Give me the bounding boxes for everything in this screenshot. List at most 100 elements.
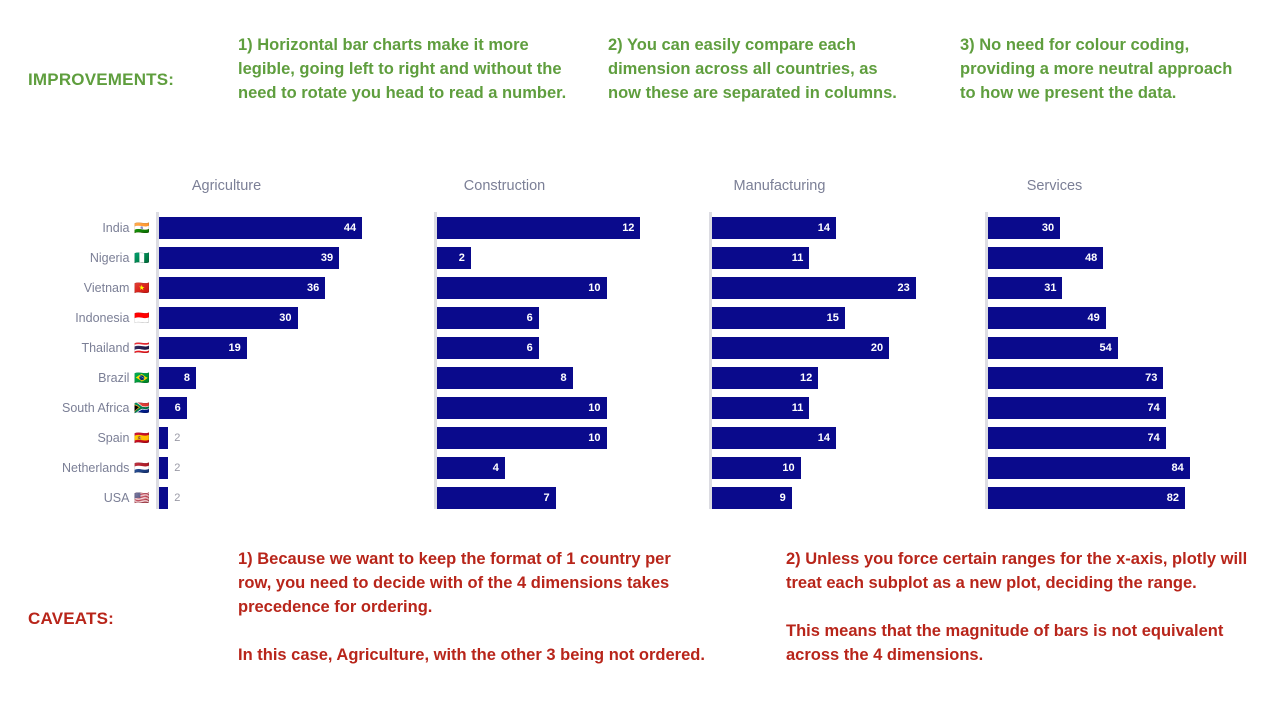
bar[interactable] bbox=[159, 247, 340, 269]
improvements-heading: IMPROVEMENTS: bbox=[28, 70, 175, 89]
bar[interactable] bbox=[988, 457, 1190, 479]
bar-value-label: 74 bbox=[1147, 432, 1160, 444]
bar[interactable] bbox=[437, 247, 471, 269]
bar-row[interactable]: 30 bbox=[159, 307, 376, 329]
bar[interactable] bbox=[159, 427, 169, 449]
improvement-note-2: 2) You can easily compare each dimension… bbox=[608, 36, 897, 102]
bar-row[interactable]: 8 bbox=[159, 367, 376, 389]
bar-row[interactable]: 36 bbox=[159, 277, 376, 299]
country-name: Indonesia bbox=[75, 311, 130, 325]
country-flag-icon: 🇮🇩 bbox=[134, 311, 150, 325]
bar[interactable] bbox=[159, 217, 363, 239]
bar[interactable] bbox=[437, 277, 607, 299]
bar-row[interactable]: 9 bbox=[712, 487, 929, 509]
bar-row[interactable]: 10 bbox=[437, 277, 654, 299]
bar-row[interactable]: 20 bbox=[712, 337, 929, 359]
bar-row[interactable]: 10 bbox=[712, 457, 929, 479]
bar[interactable] bbox=[437, 337, 539, 359]
bar-row[interactable]: 12 bbox=[712, 367, 929, 389]
bar[interactable] bbox=[437, 367, 573, 389]
bar[interactable] bbox=[159, 307, 298, 329]
bar-value-label: 2 bbox=[174, 492, 181, 504]
bar-row[interactable]: 15 bbox=[712, 307, 929, 329]
bar[interactable] bbox=[437, 217, 641, 239]
country-flag-icon: 🇳🇱 bbox=[134, 461, 150, 475]
bar-row[interactable]: 2 bbox=[159, 487, 376, 509]
bar-value-label: 11 bbox=[791, 402, 804, 414]
bar-row[interactable]: 4 bbox=[437, 457, 654, 479]
bar-row[interactable]: 31 bbox=[988, 277, 1203, 299]
bar-value-label: 82 bbox=[1166, 492, 1179, 504]
bar-value-label: 6 bbox=[526, 342, 533, 354]
country-row-label: Brazil 🇧🇷 bbox=[0, 367, 150, 389]
bar-row[interactable]: 14 bbox=[712, 217, 929, 239]
bar-row[interactable]: 84 bbox=[988, 457, 1203, 479]
bar-value-label: 48 bbox=[1085, 252, 1098, 264]
bar-row[interactable]: 10 bbox=[437, 397, 654, 419]
bar-value-label: 19 bbox=[228, 342, 241, 354]
bar-value-label: 23 bbox=[897, 282, 910, 294]
bar-row[interactable]: 11 bbox=[712, 397, 929, 419]
caveat-note-1-para-1: 1) Because we want to keep the format of… bbox=[238, 550, 671, 616]
bar-value-label: 12 bbox=[800, 372, 813, 384]
country-flag-icon: 🇪🇸 bbox=[134, 431, 150, 445]
bar-row[interactable]: 6 bbox=[159, 397, 376, 419]
bar-row[interactable]: 39 bbox=[159, 247, 376, 269]
country-flag-icon: 🇿🇦 bbox=[134, 401, 150, 415]
bar-row[interactable]: 54 bbox=[988, 337, 1203, 359]
bar-row[interactable]: 74 bbox=[988, 427, 1203, 449]
bar-value-label: 12 bbox=[622, 222, 635, 234]
bar-row[interactable]: 30 bbox=[988, 217, 1203, 239]
bar[interactable] bbox=[437, 487, 556, 509]
bar-row[interactable]: 48 bbox=[988, 247, 1203, 269]
bar-row[interactable]: 7 bbox=[437, 487, 654, 509]
bar[interactable] bbox=[988, 367, 1164, 389]
bar-row[interactable]: 44 bbox=[159, 217, 376, 239]
bar-row[interactable]: 74 bbox=[988, 397, 1203, 419]
subplot-title-services: Services bbox=[1026, 178, 1083, 194]
caveat-note-2-para-2: This means that the magnitude of bars is… bbox=[786, 622, 1224, 664]
bar-value-label: 6 bbox=[174, 402, 181, 414]
bar-row[interactable]: 2 bbox=[437, 247, 654, 269]
country-name: USA bbox=[103, 491, 130, 505]
bar-row[interactable]: 49 bbox=[988, 307, 1203, 329]
bar[interactable] bbox=[437, 427, 607, 449]
bar[interactable] bbox=[159, 397, 187, 419]
bar-row[interactable]: 23 bbox=[712, 277, 929, 299]
bar[interactable] bbox=[712, 307, 845, 329]
country-row-label: Nigeria 🇳🇬 bbox=[0, 247, 150, 269]
bar[interactable] bbox=[437, 307, 539, 329]
bar-row[interactable]: 8 bbox=[437, 367, 654, 389]
country-name: Spain bbox=[97, 431, 130, 445]
bar-row[interactable]: 6 bbox=[437, 337, 654, 359]
country-row-label: India 🇮🇳 bbox=[0, 217, 150, 239]
bar[interactable] bbox=[988, 487, 1185, 509]
bar-row[interactable]: 10 bbox=[437, 427, 654, 449]
bar-row[interactable]: 14 bbox=[712, 427, 929, 449]
bar[interactable] bbox=[988, 427, 1166, 449]
caveat-note-1-para-2: In this case, Agriculture, with the othe… bbox=[238, 646, 705, 664]
bar-row[interactable]: 73 bbox=[988, 367, 1203, 389]
subplot-title-construction: Construction bbox=[463, 178, 546, 194]
bar[interactable] bbox=[159, 277, 326, 299]
bar-row[interactable]: 11 bbox=[712, 247, 929, 269]
bar-row[interactable]: 12 bbox=[437, 217, 654, 239]
bar-row[interactable]: 6 bbox=[437, 307, 654, 329]
bar-row[interactable]: 19 bbox=[159, 337, 376, 359]
bar-row[interactable]: 82 bbox=[988, 487, 1203, 509]
bar[interactable] bbox=[437, 397, 607, 419]
bar[interactable] bbox=[712, 337, 890, 359]
bar-value-label: 15 bbox=[826, 312, 839, 324]
bar-row[interactable]: 2 bbox=[159, 427, 376, 449]
bar[interactable] bbox=[988, 397, 1166, 419]
subplot-title-manufacturing: Manufacturing bbox=[733, 178, 826, 194]
bar-value-label: 10 bbox=[588, 402, 601, 414]
bar-row[interactable]: 2 bbox=[159, 457, 376, 479]
bar[interactable] bbox=[988, 337, 1118, 359]
bar[interactable] bbox=[159, 367, 196, 389]
bar[interactable] bbox=[159, 457, 169, 479]
bar[interactable] bbox=[712, 277, 916, 299]
bar-value-label: 14 bbox=[817, 222, 830, 234]
country-flag-icon: 🇻🇳 bbox=[134, 281, 150, 295]
bar[interactable] bbox=[159, 487, 169, 509]
